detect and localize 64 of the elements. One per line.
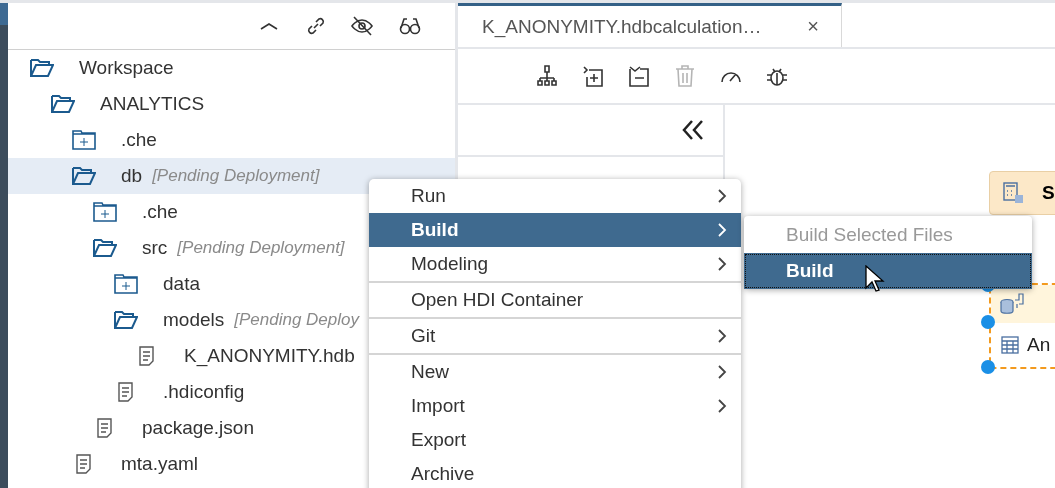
open-folder-icon xyxy=(93,238,117,258)
close-button[interactable]: × xyxy=(807,15,819,38)
menu-item[interactable]: Archive xyxy=(369,457,741,488)
item-name: mta.yaml xyxy=(121,453,199,475)
link-icon[interactable] xyxy=(305,15,327,37)
editor-tab[interactable]: K_ANONYMITY.hdbcalculation… × xyxy=(458,3,842,47)
calculator-icon xyxy=(1002,182,1024,204)
chevron-right-icon xyxy=(717,188,727,204)
menu-item[interactable]: New xyxy=(369,355,741,389)
node-title: S xyxy=(1042,182,1055,204)
item-name: data xyxy=(163,273,200,295)
database-icon xyxy=(999,292,1025,316)
menu-item[interactable]: Build xyxy=(369,213,741,247)
hierarchy-icon[interactable] xyxy=(536,65,558,87)
status-text: [Pending Deploy xyxy=(234,310,359,330)
chevron-right-icon xyxy=(717,364,727,380)
menu-item[interactable]: Export xyxy=(369,423,741,457)
item-name: .che xyxy=(142,201,178,223)
tree-item[interactable]: .che xyxy=(8,122,455,158)
tree-item[interactable]: ANALYTICS xyxy=(8,86,455,122)
status-text: [Pending Deployment] xyxy=(152,166,320,186)
folder-icon xyxy=(114,274,138,294)
item-name: K_ANONYMITY.hdb xyxy=(184,345,355,367)
binoculars-icon[interactable] xyxy=(397,15,423,37)
menu-item[interactable]: Git xyxy=(369,319,741,353)
remove-icon[interactable] xyxy=(628,65,650,87)
collapse-left-icon[interactable] xyxy=(681,119,705,141)
selection-handle[interactable] xyxy=(981,360,995,374)
canvas-node[interactable]: S xyxy=(989,171,1055,215)
menu-item[interactable]: Import xyxy=(369,389,741,423)
item-name: .hdiconfig xyxy=(163,381,245,403)
file-icon xyxy=(96,418,114,438)
item-name: models xyxy=(163,309,225,331)
open-folder-icon xyxy=(30,58,54,78)
add-icon[interactable] xyxy=(582,65,604,87)
item-name: ANALYTICS xyxy=(100,93,205,115)
open-folder-icon xyxy=(114,310,138,330)
node-row-text: An xyxy=(1027,334,1051,356)
open-folder-icon xyxy=(51,94,75,114)
chevron-right-icon xyxy=(717,398,727,414)
open-folder-icon xyxy=(72,166,96,186)
file-icon xyxy=(117,382,135,402)
chevron-right-icon xyxy=(717,328,727,344)
menu-item[interactable]: Modeling xyxy=(369,247,741,281)
item-name: src xyxy=(142,237,168,259)
hide-icon[interactable] xyxy=(351,15,373,37)
menu-item[interactable]: Open HDI Container xyxy=(369,283,741,317)
folder-icon xyxy=(72,130,96,150)
chevron-right-icon xyxy=(717,222,727,238)
file-icon xyxy=(75,454,93,474)
item-name: .che xyxy=(121,129,157,151)
table-icon xyxy=(1001,336,1019,354)
folder-icon xyxy=(93,202,117,222)
tab-title: K_ANONYMITY.hdbcalculation… xyxy=(482,15,762,38)
chevron-right-icon xyxy=(717,256,727,272)
item-name: db xyxy=(121,165,143,187)
tree-item[interactable]: Workspace xyxy=(8,50,455,86)
selection-handle[interactable] xyxy=(981,315,995,329)
menu-item[interactable]: Build xyxy=(744,253,1032,289)
status-text: [Pending Deployment] xyxy=(177,238,345,258)
item-name: package.json xyxy=(142,417,254,439)
cursor-icon xyxy=(865,265,885,295)
file-icon xyxy=(138,346,156,366)
item-name: Workspace xyxy=(79,57,174,79)
